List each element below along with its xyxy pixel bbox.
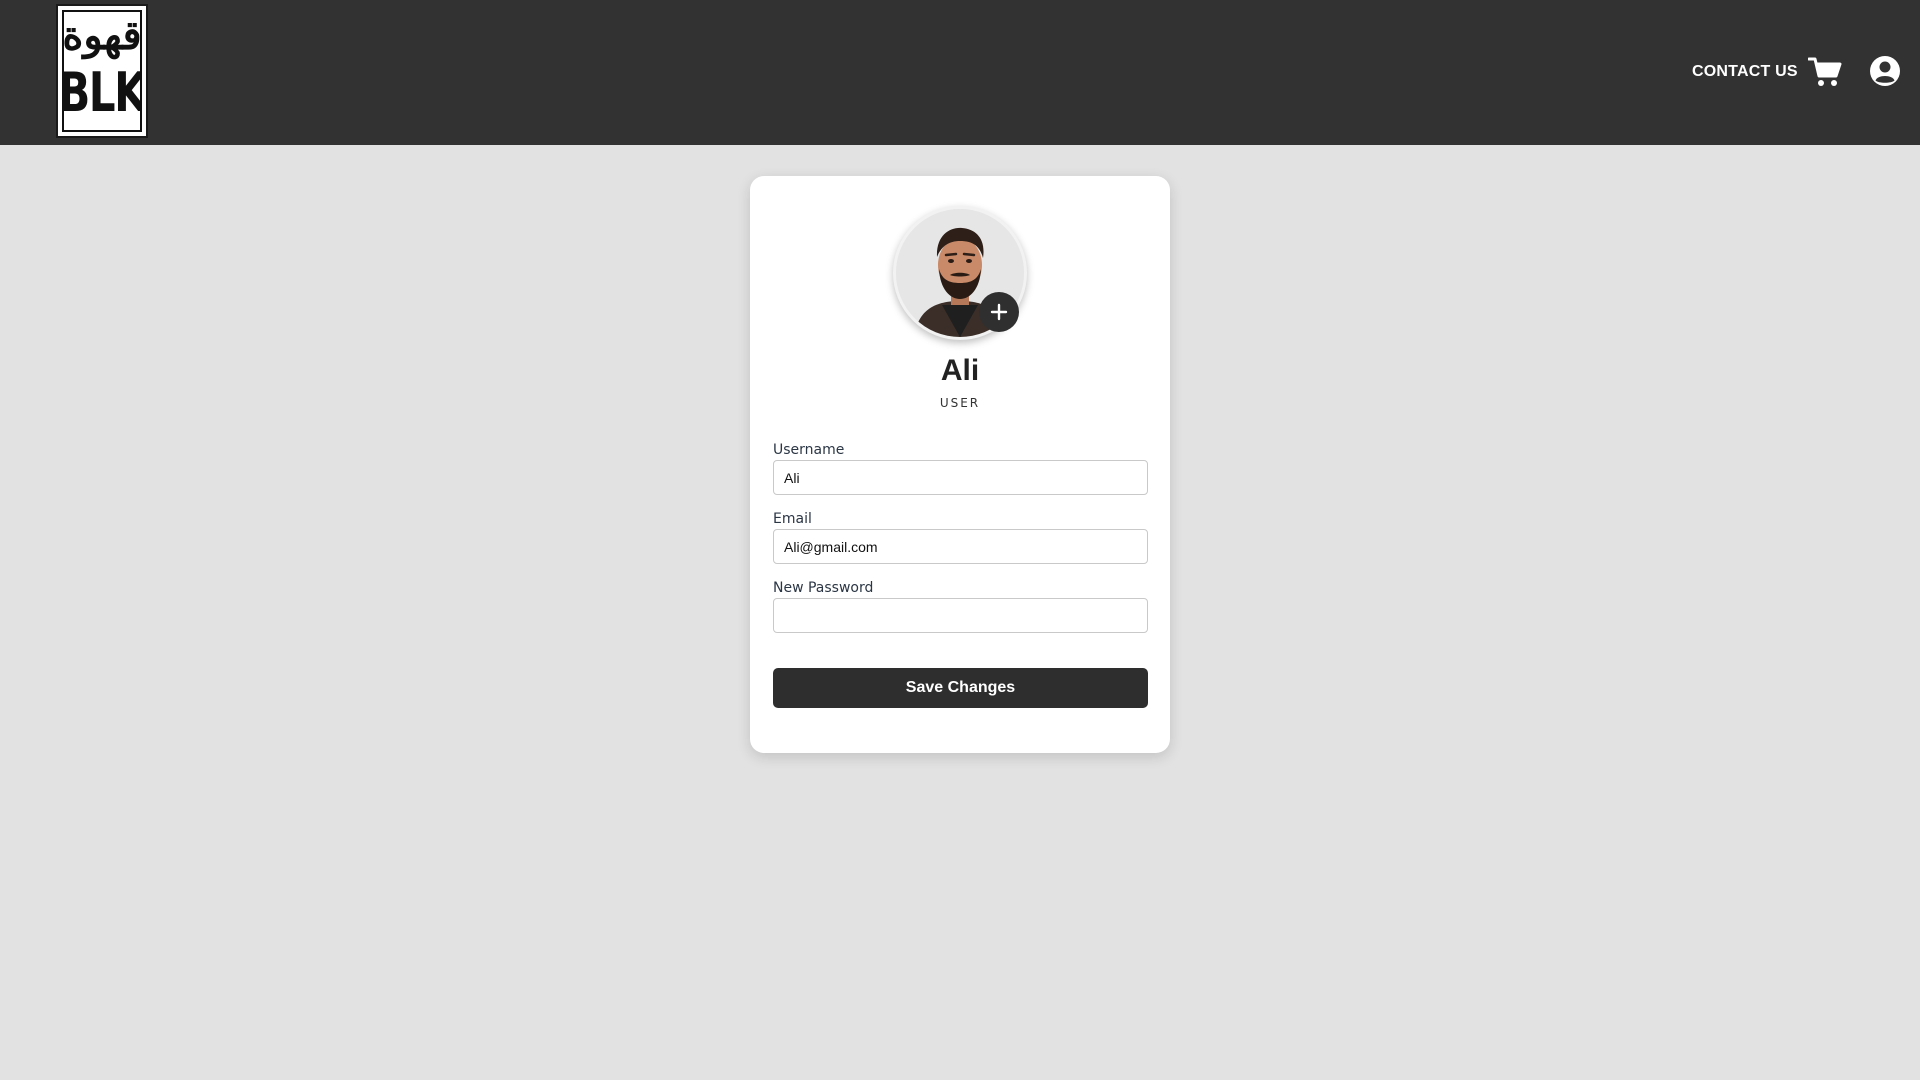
plus-icon [990, 303, 1008, 321]
contact-us-link[interactable]: CONTACT US [1692, 63, 1798, 81]
logo-arabic-text: قهوة [62, 12, 142, 59]
top-navbar: قهوة BLK CONTACT US [0, 0, 1920, 145]
profile-card: Ali USER Username Email New Password Sav… [750, 176, 1170, 753]
profile-role: USER [939, 396, 981, 410]
email-input[interactable] [773, 529, 1148, 564]
new-password-input[interactable] [773, 598, 1148, 633]
email-label: Email [773, 511, 812, 527]
brand-logo-frame: قهوة BLK [62, 10, 142, 132]
username-input[interactable] [773, 460, 1148, 495]
cart-icon[interactable] [1807, 56, 1842, 88]
profile-name: Ali [940, 354, 980, 387]
avatar-container [893, 206, 1027, 340]
new-password-label: New Password [773, 580, 874, 596]
add-photo-button[interactable] [979, 292, 1019, 332]
logo-blk-text: BLK [62, 61, 142, 124]
username-label: Username [773, 442, 845, 458]
user-circle-icon[interactable] [1869, 55, 1901, 87]
save-changes-button[interactable]: Save Changes [773, 668, 1148, 708]
brand-logo[interactable]: قهوة BLK [56, 4, 148, 138]
